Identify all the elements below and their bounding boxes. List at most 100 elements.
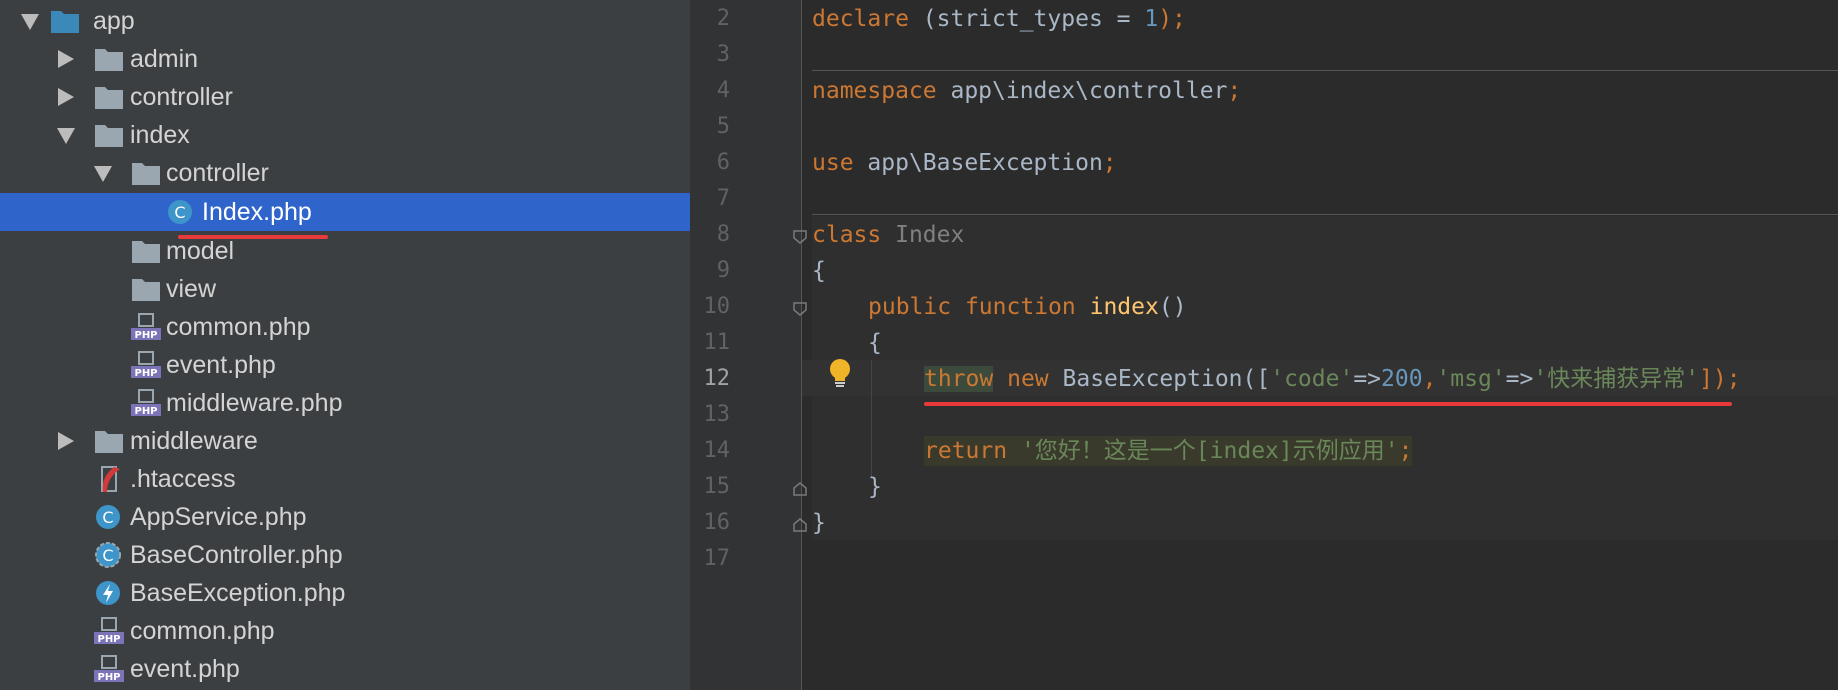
chevron-down-icon[interactable] <box>21 14 39 30</box>
php-file-icon: PHP <box>94 655 124 683</box>
fold-marker-icon[interactable] <box>793 230 807 244</box>
code-token: app\index\controller <box>936 78 1228 104</box>
svg-text:C: C <box>102 546 113 565</box>
folder-icon <box>132 279 160 301</box>
tree-item-middleware[interactable]: middleware <box>0 422 690 460</box>
tree-item-middleware-php[interactable]: PHP middleware.php <box>0 384 690 422</box>
folder-icon <box>95 49 123 71</box>
line-number: 3 <box>716 42 730 67</box>
line-number: 9 <box>716 258 730 283</box>
tree-item-admin[interactable]: admin <box>0 40 690 78</box>
tree-item-label: event.php <box>166 351 276 379</box>
php-class-icon: C <box>96 505 120 529</box>
folder-icon <box>95 87 123 109</box>
line-number-current: 12 <box>703 366 731 391</box>
lightbulb-icon[interactable] <box>826 357 854 389</box>
abstract-class-icon: C <box>95 542 121 568</box>
code-token: BaseException([ <box>1048 366 1271 392</box>
svg-text:PHP: PHP <box>134 406 157 417</box>
method-separator <box>812 214 1838 215</box>
tree-item-app-common-php[interactable]: PHP common.php <box>0 612 690 650</box>
svg-text:PHP: PHP <box>97 672 120 683</box>
tree-item-event-php[interactable]: PHP event.php <box>0 346 690 384</box>
tree-item-label: BaseException.php <box>130 579 346 607</box>
chevron-down-icon[interactable] <box>94 166 112 182</box>
tree-item-basecontroller-php[interactable]: C BaseController.php <box>0 536 690 574</box>
tree-item-app-event-php[interactable]: PHP event.php <box>0 650 690 688</box>
tree-item-label: middleware.php <box>166 389 343 417</box>
code-token: => <box>1505 366 1534 392</box>
code-line-4: namespace app\index\controller; <box>812 76 1241 106</box>
tree-item-index[interactable]: index <box>0 116 690 154</box>
tree-item-app[interactable]: app <box>0 2 690 40</box>
tree-item-label: controller <box>166 159 269 187</box>
keyword-token: new <box>1007 366 1049 392</box>
line-number: 16 <box>703 510 731 535</box>
tree-item-index-controller[interactable]: controller <box>0 154 690 192</box>
line-number: 17 <box>703 546 731 571</box>
chevron-down-icon[interactable] <box>57 128 75 144</box>
tree-item-htaccess[interactable]: .htaccess <box>0 460 690 498</box>
tree-item-index-php[interactable]: C Index.php <box>0 193 690 231</box>
svg-text:C: C <box>174 203 185 222</box>
tree-item-label: .htaccess <box>130 465 236 493</box>
keyword-token: namespace <box>812 78 937 104</box>
line-number: 5 <box>716 114 730 139</box>
tree-item-label: common.php <box>166 313 311 341</box>
red-annotation-underline <box>924 402 1732 406</box>
fold-end-marker-icon[interactable] <box>793 482 807 496</box>
svg-text:PHP: PHP <box>97 634 120 645</box>
php-file-icon: PHP <box>131 351 161 379</box>
tree-item-view[interactable]: view <box>0 270 690 308</box>
php-file-icon: PHP <box>131 389 161 417</box>
code-token: } <box>868 474 882 500</box>
line-number: 7 <box>716 186 730 211</box>
string-token: 'code' <box>1270 366 1354 392</box>
line-number: 11 <box>703 330 731 355</box>
tree-item-appservice-php[interactable]: C AppService.php <box>0 498 690 536</box>
chevron-right-icon[interactable] <box>58 432 74 450</box>
code-line-16: } <box>812 508 826 538</box>
keyword-token: class <box>812 222 882 248</box>
chevron-right-icon[interactable] <box>58 50 74 68</box>
code-token: (strict_types = <box>908 6 1145 32</box>
code-token: , <box>1422 366 1437 392</box>
fold-marker-icon[interactable] <box>793 302 807 316</box>
line-number: 4 <box>716 78 730 103</box>
folder-icon <box>51 11 79 33</box>
line-number: 14 <box>703 438 731 463</box>
tree-item-controller[interactable]: controller <box>0 78 690 116</box>
keyword-token: return <box>924 438 1008 464</box>
code-token: ; <box>1102 150 1117 176</box>
line-number: 13 <box>703 402 731 427</box>
line-number: 10 <box>703 294 731 319</box>
php-file-icon: PHP <box>94 617 124 645</box>
tree-item-label: BaseController.php <box>130 541 343 569</box>
number-token: 200 <box>1381 366 1423 392</box>
svg-text:C: C <box>102 508 113 527</box>
code-line-12: throw new BaseException(['code'=>200,'ms… <box>924 364 1741 394</box>
function-name-token: index <box>1089 294 1159 320</box>
tree-item-label: index <box>130 121 190 149</box>
tree-item-label: controller <box>130 83 233 111</box>
code-token: { <box>812 258 826 284</box>
code-token: app\BaseException <box>853 150 1103 176</box>
tree-item-common-php[interactable]: PHP common.php <box>0 308 690 346</box>
indent-guide <box>871 360 872 478</box>
tree-item-label: event.php <box>130 655 240 683</box>
code-line-9: { <box>812 256 826 286</box>
php-class-icon: C <box>168 200 192 224</box>
folder-icon <box>132 163 160 185</box>
code-line-6: use app\BaseException; <box>812 148 1117 178</box>
fold-end-marker-icon[interactable] <box>793 518 807 532</box>
php-file-icon: PHP <box>131 313 161 341</box>
tree-item-label: Index.php <box>202 198 312 226</box>
tree-item-label: common.php <box>130 617 275 645</box>
tree-item-baseexception-php[interactable]: BaseException.php <box>0 574 690 612</box>
htaccess-icon <box>101 466 120 492</box>
chevron-right-icon[interactable] <box>58 88 74 106</box>
line-number: 2 <box>716 6 730 31</box>
code-line-11: { <box>868 328 882 358</box>
keyword-token: declare <box>812 6 909 32</box>
tree-item-model[interactable]: model <box>0 232 690 270</box>
